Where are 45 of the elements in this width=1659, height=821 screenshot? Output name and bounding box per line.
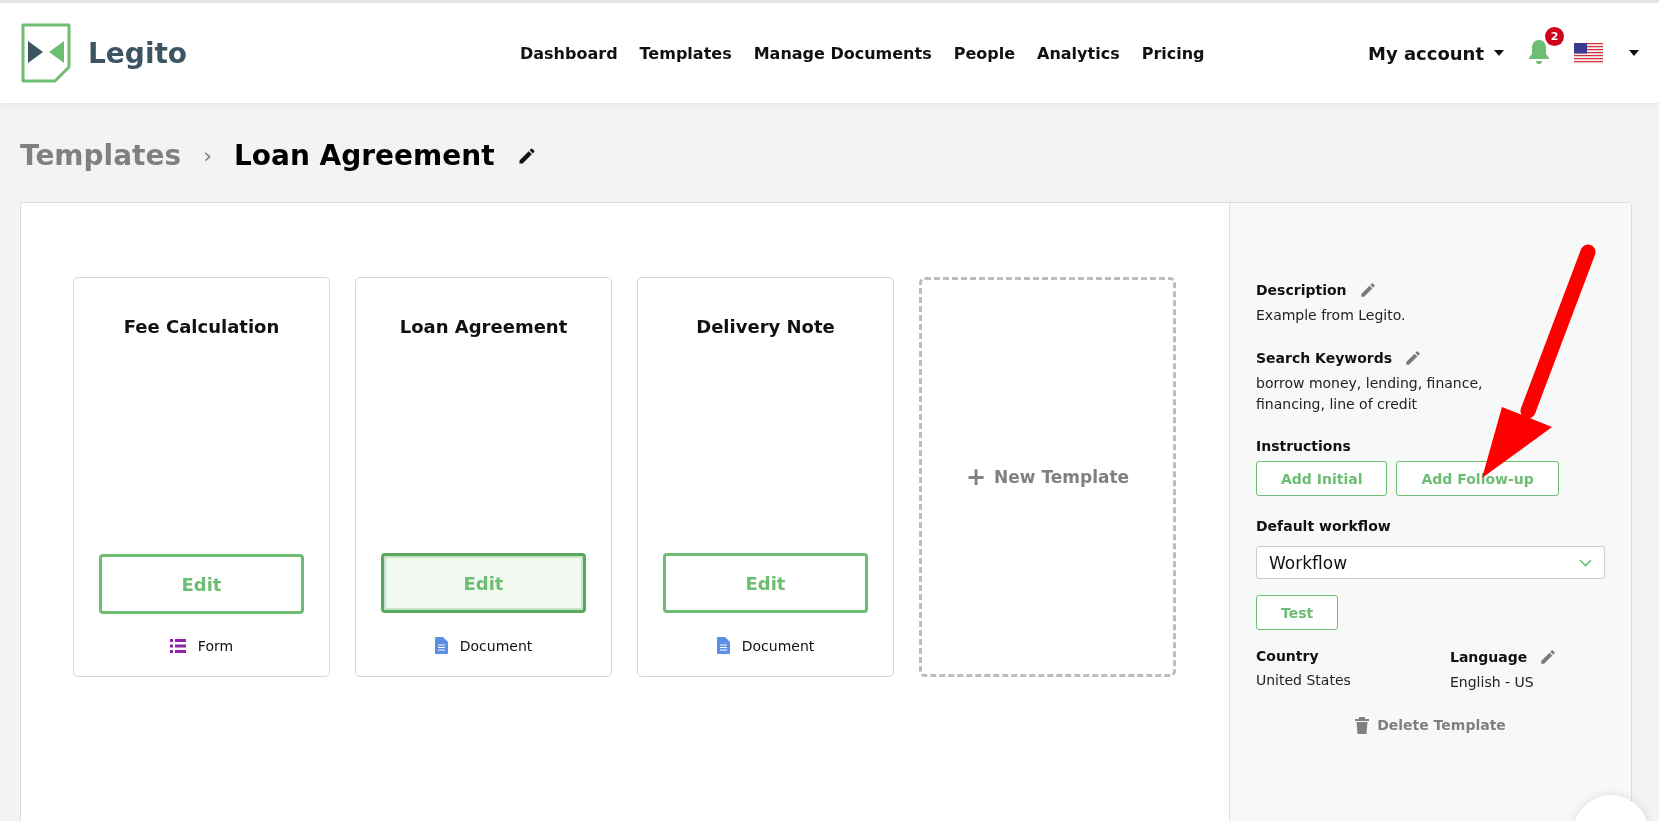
delete-template-button[interactable]: Delete Template	[1349, 715, 1512, 735]
field-label: Instructions	[1256, 438, 1352, 455]
logo-icon[interactable]	[20, 23, 72, 83]
chevron-down-icon	[1579, 558, 1592, 567]
logo-text[interactable]: Legito	[88, 36, 188, 70]
nav-link[interactable]: Templates	[639, 43, 732, 63]
edit-button[interactable]	[1358, 281, 1377, 299]
nav-link[interactable]: Manage Documents	[753, 43, 932, 63]
nav-link[interactable]: People	[953, 43, 1016, 63]
nav-link[interactable]: Analytics	[1037, 43, 1120, 63]
notification-button[interactable]	[1526, 39, 1552, 67]
field-label: Default workflow	[1256, 518, 1392, 535]
card-title: Loan Agreement	[398, 316, 569, 337]
edit-button[interactable]	[1539, 648, 1558, 667]
card-title: Fee Calculation	[122, 316, 281, 337]
nav-link[interactable]: Dashboard	[520, 43, 618, 63]
field-value: borrow money, lending, finance, financing, line of credit	[1256, 373, 1484, 415]
template-type: Document	[459, 637, 533, 654]
workflow-select[interactable]: Workflow	[1256, 546, 1605, 580]
edit-button[interactable]	[1404, 348, 1423, 367]
notification-badge: 2	[1545, 27, 1564, 46]
caret-icon	[1494, 50, 1504, 56]
trash-icon	[1355, 716, 1370, 734]
field-label: Country	[1256, 648, 1320, 665]
template-type: Form	[197, 638, 234, 654]
list-icon	[169, 639, 186, 653]
new-template-button[interactable]: + New Template	[919, 277, 1176, 677]
page-title: Loan Agreement	[233, 139, 495, 172]
flag-icon	[1574, 42, 1603, 64]
nav-link[interactable]: Pricing	[1141, 43, 1205, 63]
account-menu[interactable]: My account	[1368, 42, 1504, 64]
field-label: Description	[1256, 282, 1347, 298]
field-label: Search Keywords	[1256, 349, 1393, 366]
field-label: Language	[1450, 649, 1528, 666]
field-value: United States	[1256, 671, 1352, 691]
field-value: English - US	[1450, 673, 1535, 693]
card-title: Delivery Note	[695, 316, 836, 337]
field-value: Example from Legito.	[1256, 306, 1407, 325]
breadcrumb-separator: ›	[203, 143, 212, 168]
breadcrumb-link[interactable]: Templates	[20, 139, 182, 172]
language-menu[interactable]	[1574, 42, 1639, 64]
template-type: Document	[741, 637, 815, 654]
document-icon	[716, 637, 730, 654]
caret-icon	[1629, 50, 1639, 56]
document-icon	[434, 637, 448, 654]
